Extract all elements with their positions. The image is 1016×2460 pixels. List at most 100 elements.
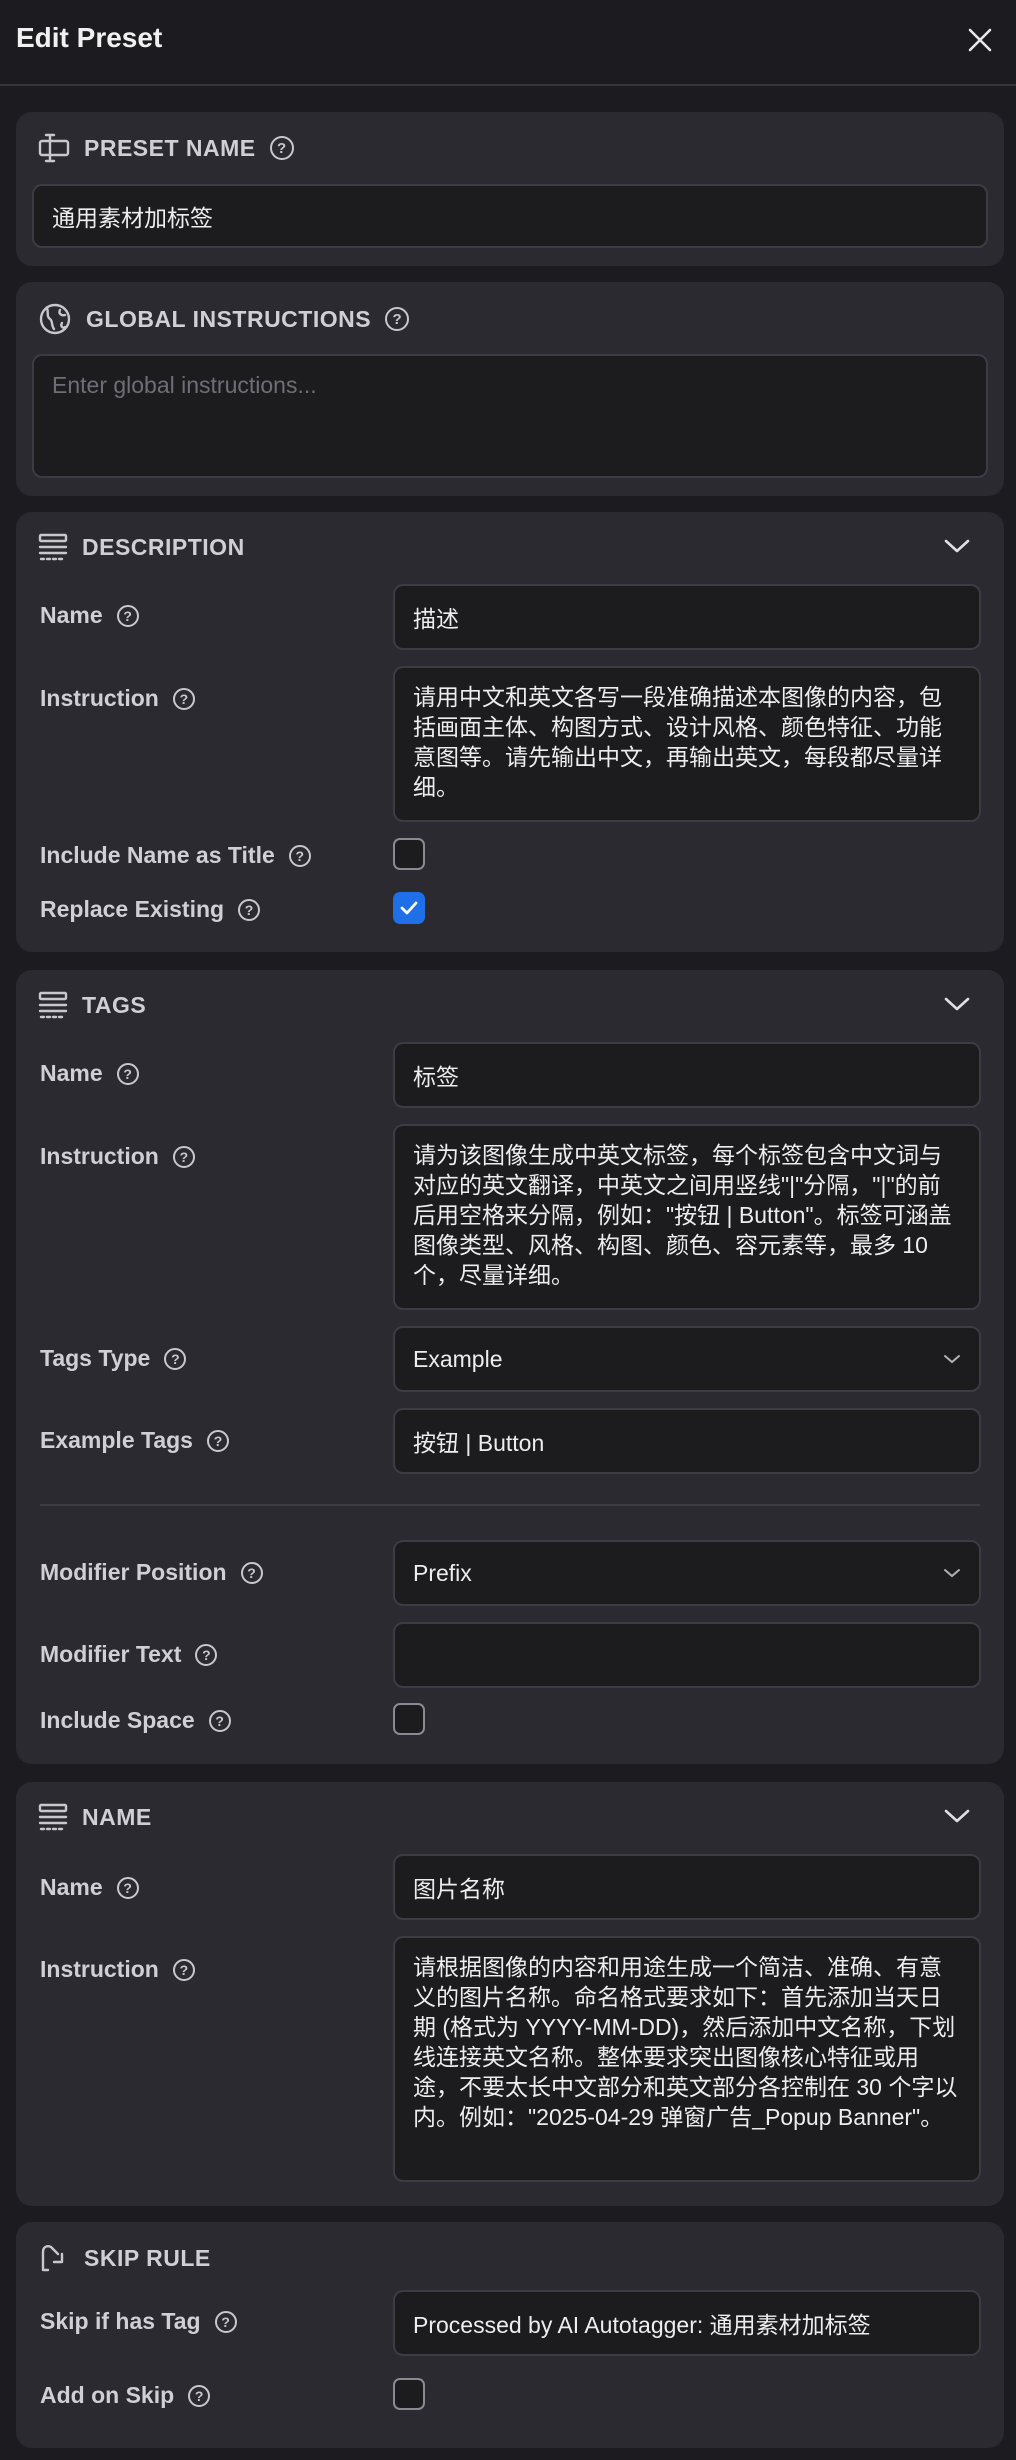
stack-icon xyxy=(38,1802,68,1832)
tags-name-input[interactable]: 标签 xyxy=(393,1042,981,1108)
name-section-instruction-textarea[interactable]: 请根据图像的内容和用途生成一个简洁、准确、有意义的图片名称。命名格式要求如下：首… xyxy=(393,1936,981,2182)
help-circle-icon[interactable]: ? xyxy=(116,1876,139,1899)
chevron-down-icon xyxy=(943,1353,961,1365)
add-on-skip-label: Add on Skip ? xyxy=(40,2382,211,2409)
label-text: Instruction xyxy=(40,685,159,711)
description-name-input[interactable]: 描述 xyxy=(393,584,981,650)
tags-name-value: 标签 xyxy=(413,1064,459,1090)
label-text: Instruction xyxy=(40,1143,159,1169)
modifier-position-label: Modifier Position ? xyxy=(40,1559,263,1586)
name-section-name-label: Name ? xyxy=(40,1874,139,1901)
section-divider xyxy=(40,1504,980,1506)
skip-if-has-tag-value: Processed by AI Autotagger: 通用素材加标签 xyxy=(413,2312,871,2338)
example-tags-value: 按钮 | Button xyxy=(413,1430,545,1456)
description-title: DESCRIPTION xyxy=(82,533,245,560)
name-section-name-value: 图片名称 xyxy=(413,1876,505,1902)
label-text: Name xyxy=(40,1874,103,1900)
include-space-checkbox[interactable] xyxy=(393,1703,425,1735)
help-circle-icon[interactable]: ? xyxy=(206,1429,229,1452)
include-name-checkbox[interactable] xyxy=(393,838,425,870)
label-text: Name xyxy=(40,602,103,628)
help-circle-icon[interactable]: ? xyxy=(269,136,294,160)
description-card: DESCRIPTION Name ? 描述 Instruction ? 请用中文… xyxy=(16,512,1004,952)
name-section-name-input[interactable]: 图片名称 xyxy=(393,1854,981,1920)
replace-existing-label: Replace Existing ? xyxy=(40,896,261,923)
global-instructions-placeholder: Enter global instructions... xyxy=(52,372,317,398)
dialog-title: Edit Preset xyxy=(16,22,163,53)
help-circle-icon[interactable]: ? xyxy=(116,604,139,627)
chevron-down-icon[interactable] xyxy=(944,1808,970,1824)
label-text: Replace Existing xyxy=(40,896,225,922)
help-circle-icon[interactable]: ? xyxy=(238,898,261,921)
label-text: Include Name as Title xyxy=(40,842,275,868)
tags-instruction-label: Instruction ? xyxy=(40,1143,195,1170)
add-on-skip-checkbox[interactable] xyxy=(393,2378,425,2410)
help-circle-icon[interactable]: ? xyxy=(288,844,311,867)
skip-if-has-tag-input[interactable]: Processed by AI Autotagger: 通用素材加标签 xyxy=(393,2290,981,2356)
description-instruction-value: 请用中文和英文各写一段准确描述本图像的内容，包括画面主体、构图方式、设计风格、颜… xyxy=(413,684,942,800)
tags-instruction-value: 请为该图像生成中英文标签，每个标签包含中文词与对应的英文翻译，中英文之间用竖线"… xyxy=(413,1142,952,1288)
chevron-down-icon xyxy=(943,1567,961,1579)
replace-existing-checkbox[interactable] xyxy=(393,892,425,924)
tags-type-select[interactable]: Example xyxy=(393,1326,981,1392)
label-text: Tags Type xyxy=(40,1345,151,1371)
modifier-text-label: Modifier Text ? xyxy=(40,1641,218,1668)
help-circle-icon[interactable]: ? xyxy=(240,1561,263,1584)
close-button[interactable] xyxy=(962,22,998,58)
help-circle-icon[interactable]: ? xyxy=(172,1958,195,1981)
global-instructions-title: GLOBAL INSTRUCTIONS xyxy=(86,305,372,332)
tags-type-value: Example xyxy=(413,1345,503,1372)
global-instructions-card: GLOBAL INSTRUCTIONS ? Enter global instr… xyxy=(16,282,1004,496)
example-tags-label: Example Tags ? xyxy=(40,1427,229,1454)
label-text: Include Space xyxy=(40,1707,195,1733)
label-text: Name xyxy=(40,1060,103,1086)
skip-if-has-tag-label: Skip if has Tag ? xyxy=(40,2308,237,2335)
label-text: Example Tags xyxy=(40,1427,193,1453)
global-instructions-textarea[interactable]: Enter global instructions... xyxy=(32,354,988,478)
close-icon xyxy=(967,27,993,53)
stack-icon xyxy=(38,532,68,562)
description-instruction-textarea[interactable]: 请用中文和英文各写一段准确描述本图像的内容，包括画面主体、构图方式、设计风格、颜… xyxy=(393,666,981,822)
description-name-value: 描述 xyxy=(413,606,459,632)
stack-icon xyxy=(38,990,68,1020)
help-circle-icon[interactable]: ? xyxy=(164,1347,187,1370)
name-section-instruction-value: 请根据图像的内容和用途生成一个简洁、准确、有意义的图片名称。命名格式要求如下：首… xyxy=(413,1954,958,2130)
chevron-down-icon[interactable] xyxy=(944,538,970,554)
skip-arrow-icon xyxy=(38,2242,70,2274)
text-cursor-icon xyxy=(38,132,70,164)
skip-rule-title: SKIP RULE xyxy=(84,2244,211,2271)
include-space-label: Include Space ? xyxy=(40,1707,231,1734)
globe-icon xyxy=(38,302,72,336)
preset-name-card: PRESET NAME ? 通用素材加标签 xyxy=(16,112,1004,266)
help-circle-icon[interactable]: ? xyxy=(385,307,410,331)
help-circle-icon[interactable]: ? xyxy=(208,1709,231,1732)
label-text: Modifier Text xyxy=(40,1641,182,1667)
description-instruction-label: Instruction ? xyxy=(40,685,195,712)
modifier-position-select[interactable]: Prefix xyxy=(393,1540,981,1606)
include-name-label: Include Name as Title ? xyxy=(40,842,311,869)
skip-rule-card: SKIP RULE Skip if has Tag ? Processed by… xyxy=(16,2222,1004,2448)
help-circle-icon[interactable]: ? xyxy=(195,1643,218,1666)
preset-name-title: PRESET NAME xyxy=(84,134,256,161)
label-text: Skip if has Tag xyxy=(40,2308,201,2334)
modifier-text-input[interactable] xyxy=(393,1622,981,1688)
label-text: Add on Skip xyxy=(40,2382,175,2408)
label-text: Modifier Position xyxy=(40,1559,227,1585)
example-tags-input[interactable]: 按钮 | Button xyxy=(393,1408,981,1474)
tags-name-label: Name ? xyxy=(40,1060,139,1087)
modifier-position-value: Prefix xyxy=(413,1559,472,1586)
name-section-instruction-label: Instruction ? xyxy=(40,1956,195,1983)
help-circle-icon[interactable]: ? xyxy=(214,2310,237,2333)
help-circle-icon[interactable]: ? xyxy=(172,1145,195,1168)
check-icon xyxy=(399,898,419,918)
tags-instruction-textarea[interactable]: 请为该图像生成中英文标签，每个标签包含中文词与对应的英文翻译，中英文之间用竖线"… xyxy=(393,1124,981,1310)
preset-name-value: 通用素材加标签 xyxy=(52,205,213,231)
chevron-down-icon[interactable] xyxy=(944,996,970,1012)
help-circle-icon[interactable]: ? xyxy=(188,2384,211,2407)
name-section-title: NAME xyxy=(82,1803,152,1830)
preset-name-input[interactable]: 通用素材加标签 xyxy=(32,184,988,248)
name-card: NAME Name ? 图片名称 Instruction ? 请根据图像的内容和… xyxy=(16,1782,1004,2206)
help-circle-icon[interactable]: ? xyxy=(116,1062,139,1085)
help-circle-icon[interactable]: ? xyxy=(172,687,195,710)
label-text: Instruction xyxy=(40,1956,159,1982)
